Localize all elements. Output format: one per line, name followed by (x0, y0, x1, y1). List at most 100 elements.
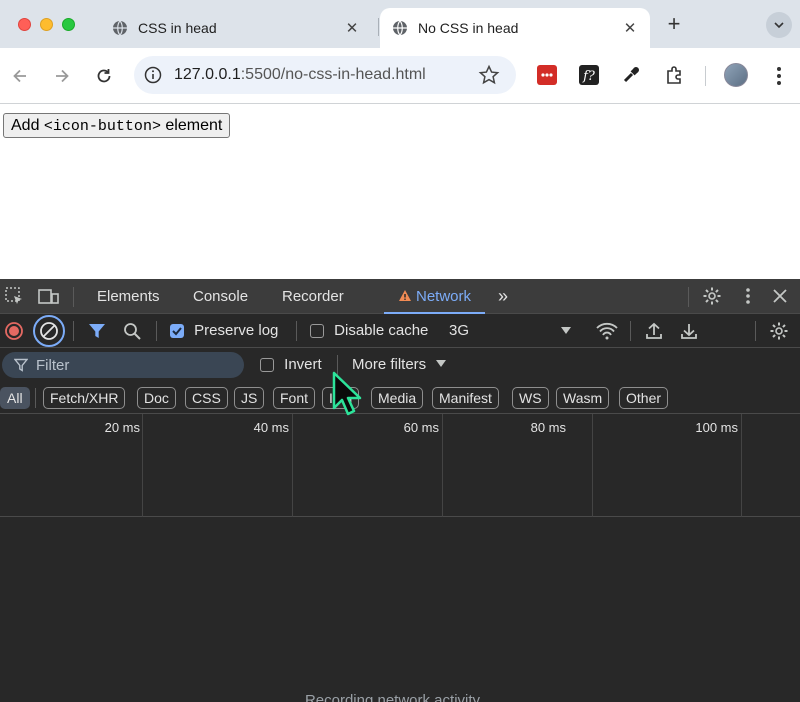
disable-cache-checkbox[interactable]: Disable cache (310, 314, 428, 348)
filter-chip-media[interactable]: Media (371, 387, 424, 409)
bookmark-star-icon[interactable] (478, 64, 500, 86)
resource-type-filters: All Fetch/XHR Doc CSS JS Font Img Media … (0, 382, 800, 414)
filter-chip-other[interactable]: Other (619, 387, 669, 409)
tab-recorder[interactable]: Recorder (282, 279, 344, 314)
devtools-tab-bar: Elements Console Recorder Network » (0, 279, 800, 314)
devtools-panel: Elements Console Recorder Network » Pres… (0, 279, 800, 702)
clear-log-button[interactable] (33, 315, 65, 347)
more-panels-button[interactable]: » (498, 279, 508, 314)
warning-icon (399, 290, 411, 301)
timeline-gridline (142, 414, 143, 517)
extensions-puzzle-icon[interactable] (663, 64, 685, 86)
close-tab-icon[interactable]: ✕ (342, 18, 362, 38)
tab-strip: CSS in head ✕ No CSS in head ✕ + (0, 0, 800, 48)
filter-chip-manifest[interactable]: Manifest (432, 387, 499, 409)
filter-chip-doc[interactable]: Doc (137, 387, 176, 409)
stop-recording-button[interactable] (3, 320, 25, 342)
close-tab-icon[interactable]: ✕ (620, 18, 640, 38)
tab-divider (378, 18, 379, 36)
filter-chip-all[interactable]: All (0, 387, 30, 409)
tab-elements[interactable]: Elements (97, 279, 160, 314)
throttling-select[interactable]: 3G (449, 314, 579, 348)
devtools-menu-icon[interactable] (737, 285, 759, 307)
eyedropper-extension-icon[interactable] (620, 64, 642, 86)
network-conditions-icon[interactable] (596, 320, 618, 342)
arrow-right-icon (56, 69, 69, 83)
tab-network[interactable]: Network (384, 279, 486, 314)
divider (755, 321, 756, 341)
divider (296, 321, 297, 341)
filter-funnel-icon (14, 358, 28, 372)
filter-input[interactable]: Filter (2, 352, 244, 378)
filter-funnel-icon[interactable] (86, 320, 108, 342)
timeline-tick-label: 100 ms (695, 420, 738, 435)
invert-checkbox[interactable]: Invert (260, 348, 322, 382)
page-viewport: Add <icon-button> element (0, 104, 800, 279)
filter-chip-ws[interactable]: WS (512, 387, 549, 409)
tab-title: No CSS in head (418, 20, 519, 36)
forward-button[interactable] (48, 62, 76, 90)
timeline-gridline (292, 414, 293, 517)
divider (630, 321, 631, 341)
divider (35, 388, 36, 408)
zoom-window-button[interactable] (62, 18, 75, 31)
info-icon[interactable] (144, 66, 162, 84)
close-devtools-icon[interactable] (769, 285, 791, 307)
search-icon[interactable] (121, 320, 143, 342)
more-filters-dropdown[interactable]: More filters (352, 348, 447, 382)
minimize-window-button[interactable] (40, 18, 53, 31)
divider (73, 321, 74, 341)
mouse-pointer-icon (332, 371, 362, 416)
reload-button[interactable] (90, 62, 118, 90)
network-overview-timeline[interactable]: 20 ms 40 ms 60 ms 80 ms 100 ms (0, 414, 800, 517)
browser-menu-button[interactable] (770, 62, 788, 90)
filter-chip-js[interactable]: JS (234, 387, 265, 409)
browser-toolbar: 127.0.0.1:5500/no-css-in-head.html f? (0, 48, 800, 104)
caret-down-icon (436, 360, 447, 367)
font-extension-icon[interactable]: f? (578, 64, 600, 86)
divider (156, 321, 157, 341)
divider (73, 287, 74, 307)
settings-gear-icon[interactable] (701, 285, 723, 307)
reload-icon (97, 69, 111, 83)
network-settings-gear-icon[interactable] (768, 320, 790, 342)
tab-console[interactable]: Console (193, 279, 248, 314)
timeline-tick-label: 80 ms (530, 420, 566, 435)
lastpass-extension-icon[interactable] (536, 64, 558, 86)
back-button[interactable] (6, 62, 34, 90)
new-tab-button[interactable]: + (662, 12, 686, 36)
checkbox-unchecked (260, 358, 274, 373)
filter-row: Filter Invert More filters (0, 348, 800, 382)
import-har-icon[interactable] (643, 320, 665, 342)
url-text: 127.0.0.1:5500/no-css-in-head.html (174, 66, 426, 83)
export-har-icon[interactable] (678, 320, 700, 342)
tab-css-in-head[interactable]: CSS in head ✕ (100, 8, 372, 48)
toolbar-divider (705, 66, 706, 86)
arrow-left-icon (13, 69, 26, 83)
caret-down-icon (561, 327, 571, 334)
filter-chip-wasm[interactable]: Wasm (556, 387, 610, 409)
globe-icon (393, 20, 407, 36)
tab-no-css-in-head[interactable]: No CSS in head ✕ (380, 8, 650, 48)
device-toolbar-icon[interactable] (38, 285, 60, 307)
timeline-gridline (592, 414, 593, 517)
tab-search-button[interactable] (766, 12, 792, 38)
preserve-log-checkbox[interactable]: Preserve log (170, 314, 278, 348)
tab-title: CSS in head (138, 20, 217, 36)
timeline-gridline (442, 414, 443, 517)
chevron-down-icon (774, 22, 784, 29)
network-toolbar: Preserve log Disable cache 3G (0, 314, 800, 348)
timeline-tick-label: 40 ms (253, 420, 289, 435)
empty-state-message: Recording network activity… (304, 692, 496, 702)
close-window-button[interactable] (18, 18, 31, 31)
add-icon-button-button[interactable]: Add <icon-button> element (3, 113, 231, 138)
profile-avatar[interactable] (724, 63, 748, 87)
filter-chip-css[interactable]: CSS (185, 387, 228, 409)
timeline-gridline (741, 414, 742, 517)
filter-chip-fetch-xhr[interactable]: Fetch/XHR (43, 387, 126, 409)
clear-icon (40, 322, 58, 340)
globe-icon (113, 20, 127, 36)
address-bar[interactable]: 127.0.0.1:5500/no-css-in-head.html (134, 56, 516, 94)
filter-chip-font[interactable]: Font (273, 387, 316, 409)
inspect-element-icon[interactable] (3, 285, 25, 307)
